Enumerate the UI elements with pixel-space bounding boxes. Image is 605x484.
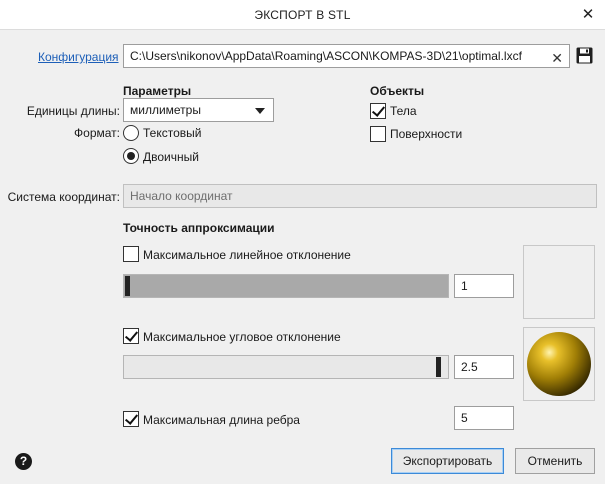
angular-deviation-slider[interactable] [123, 355, 449, 379]
angular-deviation-value-field[interactable]: 2.5 [454, 355, 514, 379]
dialog-title: ЭКСПОРТ В STL [254, 8, 351, 22]
linear-deviation-slider-handle[interactable] [125, 276, 130, 296]
max-edge-length-checkbox[interactable] [123, 411, 139, 427]
angular-deviation-preview [523, 327, 595, 401]
format-text-radio[interactable] [123, 125, 139, 141]
floppy-disk-icon[interactable] [576, 47, 593, 64]
surfaces-checkbox[interactable] [370, 126, 386, 142]
bodies-checkbox[interactable] [370, 103, 386, 119]
max-edge-length-label: Максимальная длина ребра [143, 413, 300, 427]
title-bar: ЭКСПОРТ В STL ✕ [0, 0, 605, 30]
angular-deviation-value: 2.5 [461, 360, 478, 374]
linear-deviation-value: 1 [461, 279, 468, 293]
linear-deviation-slider[interactable] [123, 274, 449, 298]
surfaces-label: Поверхности [390, 127, 463, 141]
export-button[interactable]: Экспортировать [391, 448, 504, 474]
linear-deviation-checkbox[interactable] [123, 246, 139, 262]
length-units-select[interactable]: миллиметры [123, 98, 274, 122]
close-button[interactable]: ✕ [577, 4, 599, 26]
configuration-path-value: C:\Users\nikonov\AppData\Roaming\ASCON\K… [130, 49, 522, 63]
format-binary-label: Двоичный [143, 150, 199, 164]
cancel-button[interactable]: Отменить [515, 448, 595, 474]
max-edge-length-value-field[interactable]: 5 [454, 406, 514, 430]
objects-heading: Объекты [370, 84, 425, 98]
angular-deviation-checkbox[interactable] [123, 328, 139, 344]
max-edge-length-value: 5 [461, 411, 468, 425]
configuration-path-field[interactable]: C:\Users\nikonov\AppData\Roaming\ASCON\K… [123, 44, 570, 68]
format-binary-radio[interactable] [123, 148, 139, 164]
parameters-heading: Параметры [123, 84, 192, 98]
clear-path-icon[interactable]: ✕ [551, 47, 563, 67]
linear-deviation-value-field[interactable]: 1 [454, 274, 514, 298]
sphere-preview-icon [527, 332, 591, 396]
linear-deviation-preview [523, 245, 595, 319]
angular-deviation-slider-handle[interactable] [436, 357, 441, 377]
help-icon[interactable]: ? [15, 453, 32, 470]
length-units-value: миллиметры [130, 103, 201, 117]
configuration-link[interactable]: Конфигурация [38, 50, 119, 64]
dropdown-arrow-icon [255, 108, 265, 114]
coordinate-system-label: Система координат: [7, 190, 120, 204]
format-label: Формат: [74, 126, 120, 140]
export-stl-dialog: ЭКСПОРТ В STL ✕ Конфигурация C:\Users\ni… [0, 0, 605, 484]
bodies-label: Тела [390, 104, 417, 118]
coordinate-system-field: Начало координат [123, 184, 597, 208]
format-text-label: Текстовый [143, 126, 202, 140]
linear-deviation-label: Максимальное линейное отклонение [143, 248, 351, 262]
coordinate-system-value: Начало координат [130, 189, 233, 203]
accuracy-heading: Точность аппроксимации [123, 221, 275, 235]
angular-deviation-label: Максимальное угловое отклонение [143, 330, 341, 344]
length-units-label: Единицы длины: [26, 104, 120, 118]
